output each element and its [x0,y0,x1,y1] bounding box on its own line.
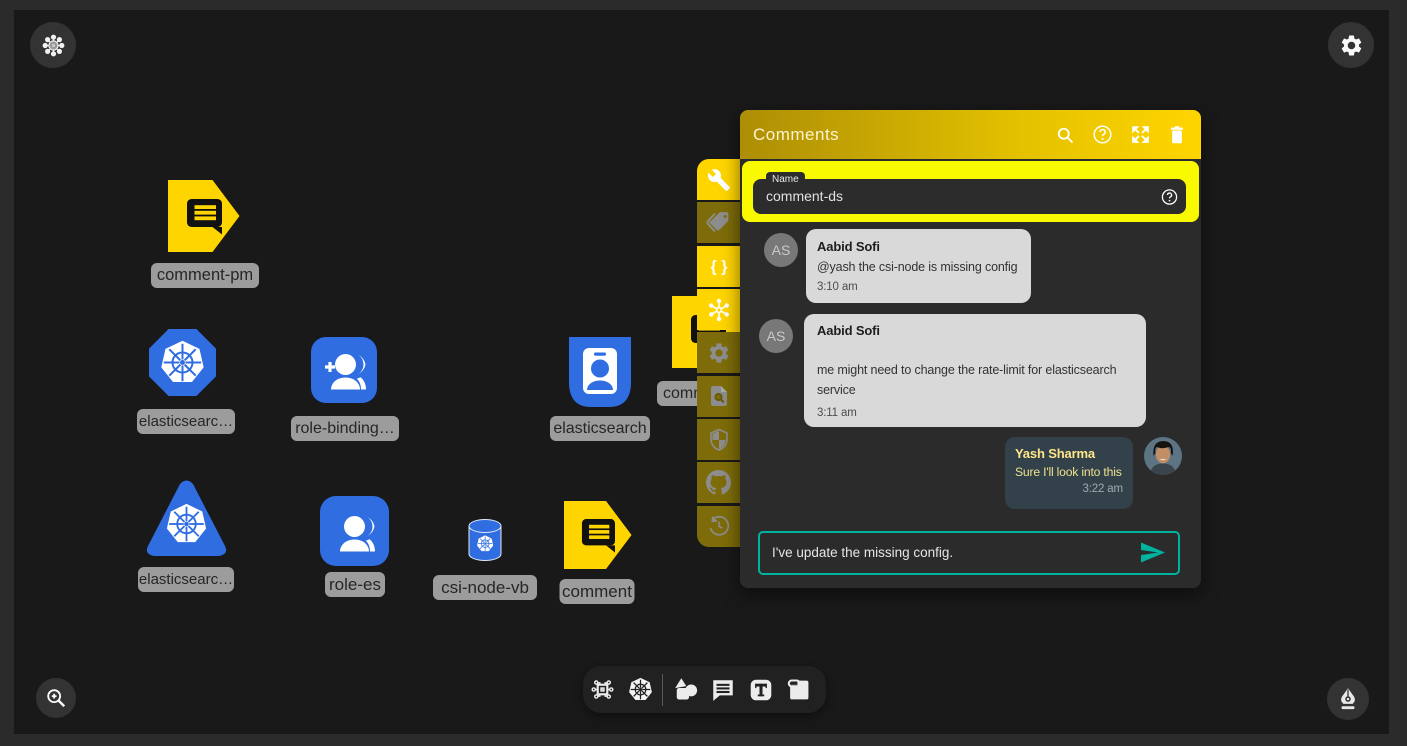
svg-text:{ }: { } [710,259,727,276]
